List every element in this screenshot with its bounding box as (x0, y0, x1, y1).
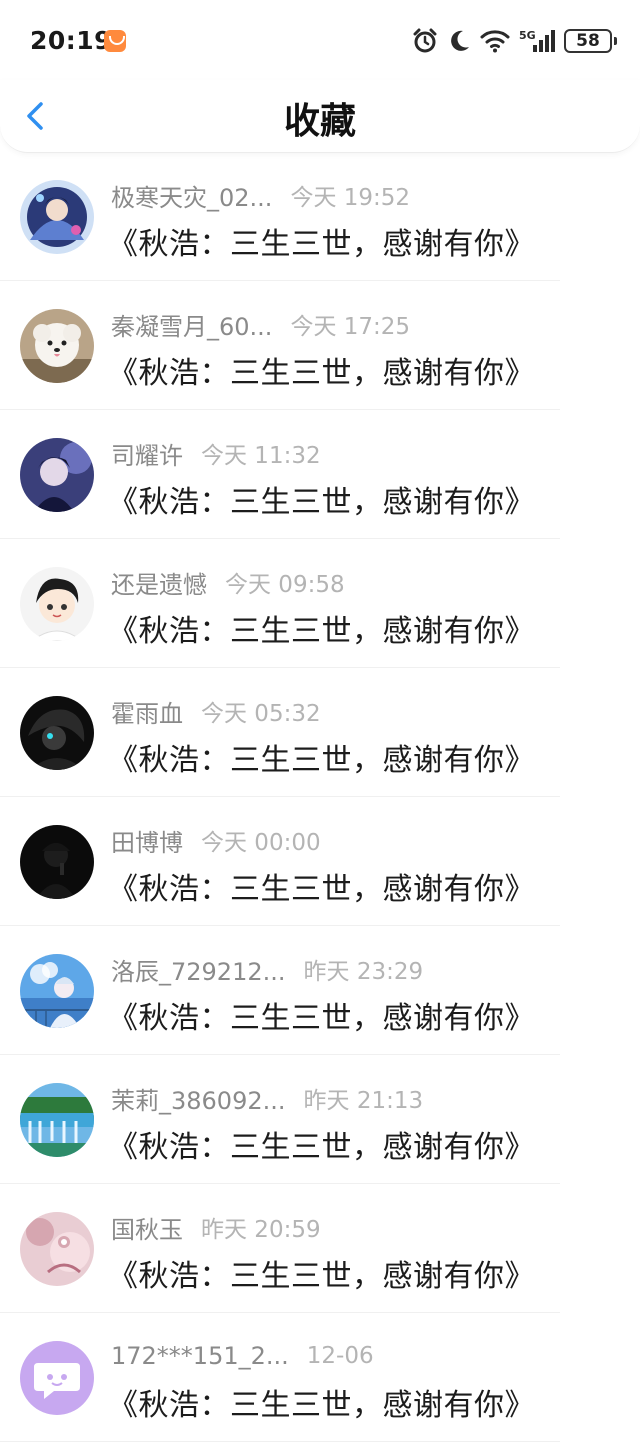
username[interactable]: 田博博 (111, 823, 183, 858)
username[interactable]: 极寒天灾_02... (111, 178, 272, 213)
5g-signal-icon: 5G (519, 29, 555, 52)
wifi-icon (480, 30, 510, 53)
moon-icon (451, 30, 469, 51)
timestamp: 今天 19:52 (290, 185, 411, 211)
timestamp: 12-06 (306, 1343, 374, 1369)
item-title[interactable]: 《秋浩：三生三世，感谢有你》 (108, 348, 535, 392)
favorites-list: 极寒天灾_02... 今天 19:52 《秋浩：三生三世，感谢有你》 秦凝雪月_… (0, 152, 640, 1442)
timestamp: 今天 05:32 (201, 701, 321, 727)
item-title[interactable]: 《秋浩：三生三世，感谢有你》 (108, 477, 535, 521)
battery-indicator: 58 (564, 29, 617, 53)
username[interactable]: 秦凝雪月_60... (111, 307, 272, 342)
timestamp: 今天 09:58 (225, 572, 345, 598)
list-item[interactable]: 洛辰_729212... 昨天 23:29 《秋浩：三生三世，感谢有你》 (0, 926, 640, 1055)
timestamp: 今天 00:00 (201, 830, 321, 856)
item-title[interactable]: 《秋浩：三生三世，感谢有你》 (108, 864, 535, 908)
item-title[interactable]: 《秋浩：三生三世，感谢有你》 (108, 219, 535, 263)
svg-text:5G: 5G (519, 29, 536, 42)
timestamp: 昨天 20:59 (201, 1217, 321, 1243)
list-item[interactable]: 霍雨血 今天 05:32 《秋浩：三生三世，感谢有你》 (0, 668, 640, 797)
avatar[interactable] (20, 309, 94, 383)
timestamp: 今天 17:25 (290, 314, 411, 340)
item-title[interactable]: 《秋浩：三生三世，感谢有你》 (108, 606, 535, 650)
list-item[interactable]: 司耀许 今天 11:32 《秋浩：三生三世，感谢有你》 (0, 410, 640, 539)
alarm-icon (413, 28, 437, 53)
username[interactable]: 霍雨血 (111, 694, 183, 729)
list-item[interactable]: 极寒天灾_02... 今天 19:52 《秋浩：三生三世，感谢有你》 (0, 152, 640, 281)
username[interactable]: 172***151_2... (111, 1342, 289, 1370)
list-item[interactable]: 秦凝雪月_60... 今天 17:25 《秋浩：三生三世，感谢有你》 (0, 281, 640, 410)
notification-app-icon (104, 30, 126, 52)
avatar[interactable] (20, 567, 94, 641)
username[interactable]: 还是遗憾 (111, 565, 207, 600)
item-title[interactable]: 《秋浩：三生三世，感谢有你》 (108, 1380, 535, 1424)
list-item[interactable]: 国秋玉 昨天 20:59 《秋浩：三生三世，感谢有你》 (0, 1184, 640, 1313)
status-time: 20:19 (30, 26, 113, 55)
page-title: 收藏 (283, 101, 356, 142)
username[interactable]: 国秋玉 (111, 1210, 183, 1245)
item-title[interactable]: 《秋浩：三生三世，感谢有你》 (108, 735, 535, 779)
avatar[interactable] (20, 180, 94, 254)
status-bar: 20:19 5G 58 (0, 0, 640, 80)
item-title[interactable]: 《秋浩：三生三世，感谢有你》 (108, 993, 535, 1037)
username[interactable]: 茉莉_386092... (111, 1081, 286, 1116)
avatar[interactable] (20, 1083, 94, 1157)
avatar[interactable] (20, 1341, 94, 1415)
list-item[interactable]: 还是遗憾 今天 09:58 《秋浩：三生三世，感谢有你》 (0, 539, 640, 668)
timestamp: 昨天 23:29 (303, 959, 424, 985)
nav-header: 收藏 (0, 80, 640, 153)
timestamp: 今天 11:32 (201, 443, 321, 469)
item-title[interactable]: 《秋浩：三生三世，感谢有你》 (108, 1122, 535, 1166)
timestamp: 昨天 21:13 (303, 1088, 424, 1114)
avatar[interactable] (20, 954, 94, 1028)
username[interactable]: 洛辰_729212... (111, 952, 286, 987)
username[interactable]: 司耀许 (111, 436, 183, 471)
avatar[interactable] (20, 438, 94, 512)
list-item[interactable]: 茉莉_386092... 昨天 21:13 《秋浩：三生三世，感谢有你》 (0, 1055, 640, 1184)
avatar[interactable] (20, 1212, 94, 1286)
avatar[interactable] (20, 696, 94, 770)
list-item[interactable]: 172***151_2... 12-06 《秋浩：三生三世，感谢有你》 (0, 1313, 640, 1442)
list-item[interactable]: 田博博 今天 00:00 《秋浩：三生三世，感谢有你》 (0, 797, 640, 926)
item-title[interactable]: 《秋浩：三生三世，感谢有你》 (108, 1251, 535, 1295)
avatar[interactable] (20, 825, 94, 899)
